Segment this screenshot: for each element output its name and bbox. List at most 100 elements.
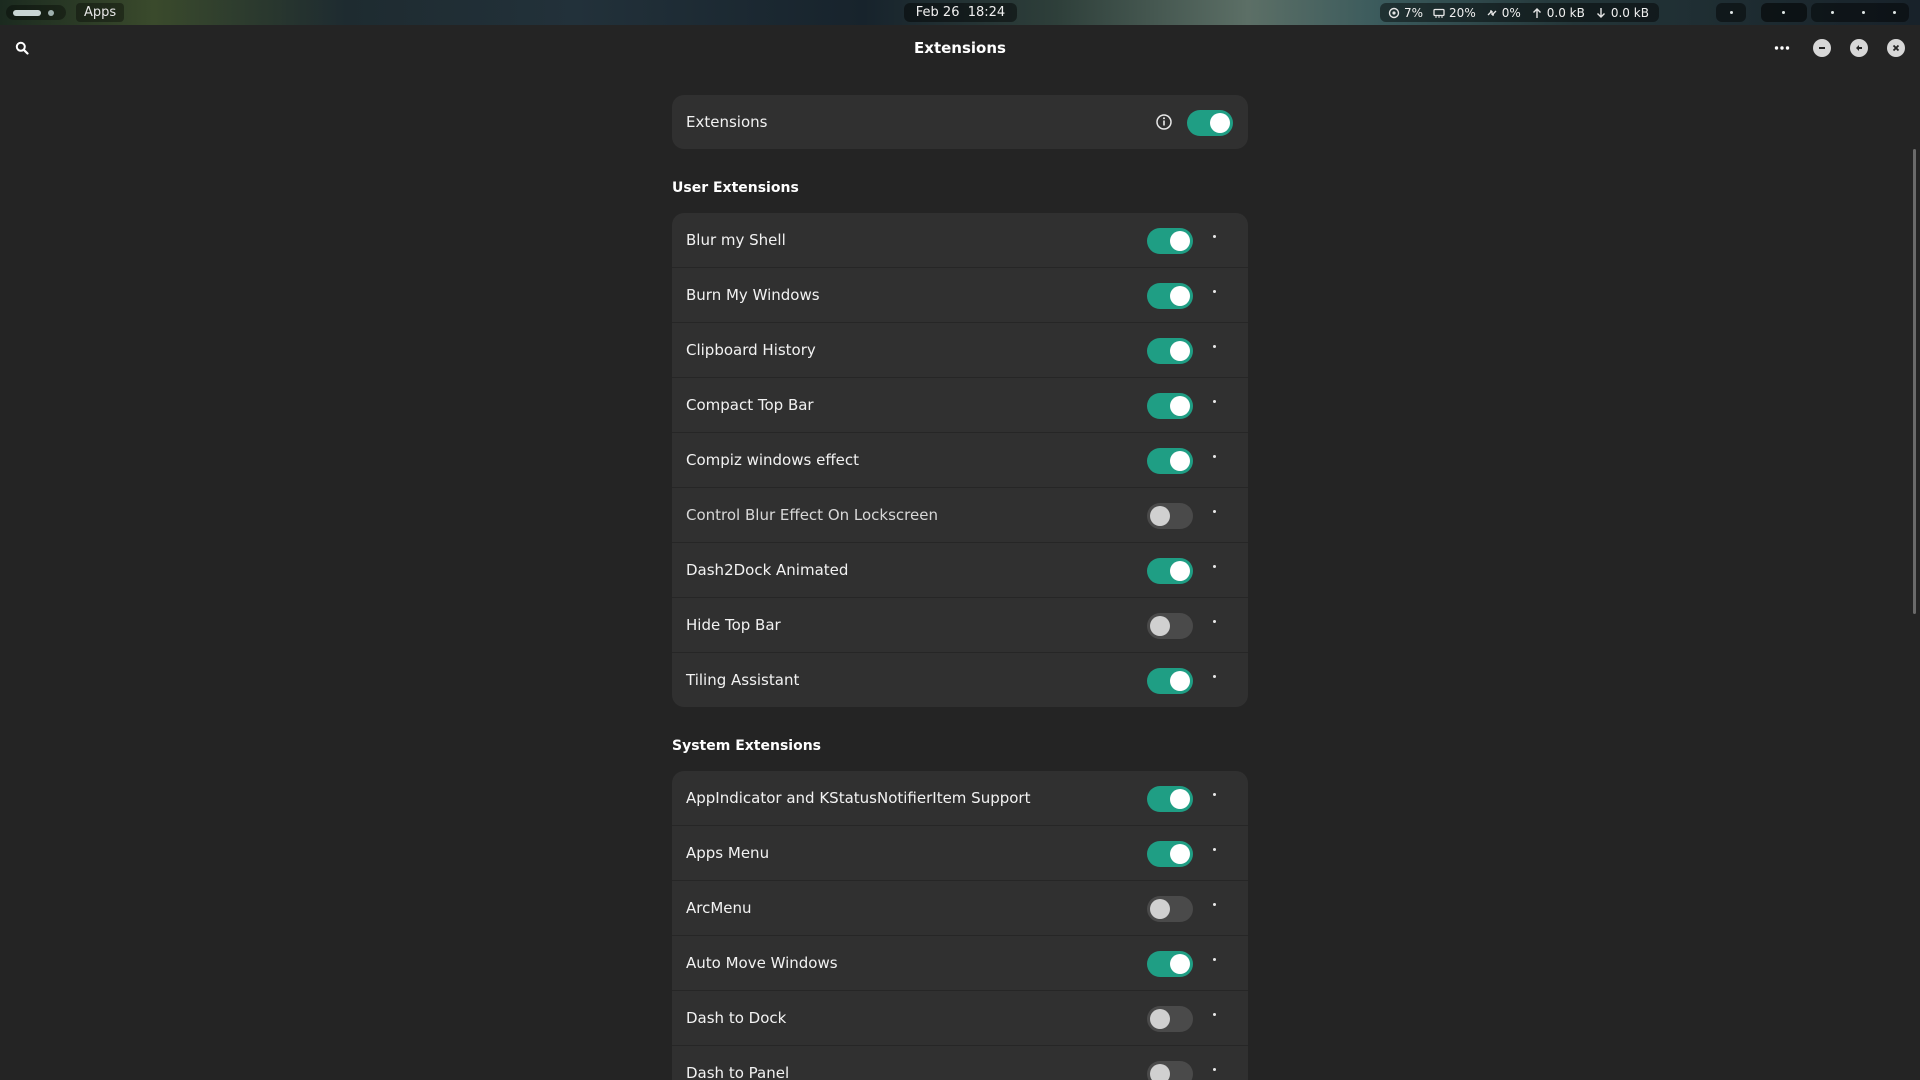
extension-row: Dash to Dock xyxy=(672,991,1248,1046)
extension-name: Hide Top Bar xyxy=(686,616,781,634)
upload-indicator: 0.0 kB xyxy=(1531,6,1585,20)
extension-settings-icon[interactable] xyxy=(1213,1013,1216,1016)
extension-toggle[interactable] xyxy=(1147,896,1193,922)
extension-settings-icon[interactable] xyxy=(1213,510,1216,513)
switch-knob xyxy=(1170,231,1190,251)
swap-icon xyxy=(1487,9,1497,16)
extension-toggle[interactable] xyxy=(1147,448,1193,474)
extension-toggle[interactable] xyxy=(1147,613,1193,639)
power-icon xyxy=(1893,11,1896,14)
switch-knob xyxy=(1170,844,1190,864)
extension-row: Auto Move Windows xyxy=(672,936,1248,991)
extension-toggle[interactable] xyxy=(1147,338,1193,364)
extension-name: AppIndicator and KStatusNotifierItem Sup… xyxy=(686,789,1031,807)
extension-settings-icon[interactable] xyxy=(1213,290,1216,293)
extension-row: Tiling Assistant xyxy=(672,653,1248,707)
upload-arrow-icon xyxy=(1532,7,1541,18)
extension-toggle[interactable] xyxy=(1147,558,1193,584)
extension-settings-icon[interactable] xyxy=(1213,620,1216,623)
info-icon[interactable] xyxy=(1155,113,1173,131)
system-extensions-heading: System Extensions xyxy=(672,738,821,754)
switch-knob xyxy=(1170,286,1190,306)
extension-settings-icon[interactable] xyxy=(1213,958,1216,961)
maximize-button[interactable] xyxy=(1850,39,1868,57)
extension-toggle[interactable] xyxy=(1147,228,1193,254)
maximize-icon xyxy=(1856,45,1862,51)
extension-settings-icon[interactable] xyxy=(1213,1068,1216,1071)
extension-row: Compiz windows effect xyxy=(672,433,1248,488)
close-icon xyxy=(1892,44,1900,52)
extensions-page[interactable]: Extensions User Extensions Blur my Shell… xyxy=(0,71,1920,1080)
extension-settings-icon[interactable] xyxy=(1213,235,1216,238)
clock[interactable]: Feb 26 18:24 xyxy=(904,3,1017,22)
extension-row: Dash2Dock Animated xyxy=(672,543,1248,598)
workspace-indicator[interactable] xyxy=(6,5,66,20)
scrollbar[interactable] xyxy=(1913,149,1916,614)
extension-row: Clipboard History xyxy=(672,323,1248,378)
extension-toggle[interactable] xyxy=(1147,951,1193,977)
extension-settings-icon[interactable] xyxy=(1213,345,1216,348)
extension-toggle[interactable] xyxy=(1147,503,1193,529)
quick-settings-button[interactable] xyxy=(1811,3,1909,22)
switch-knob xyxy=(1170,451,1190,471)
extension-toggle[interactable] xyxy=(1147,786,1193,812)
main-menu-button[interactable] xyxy=(1770,36,1794,60)
extension-name: Clipboard History xyxy=(686,341,816,359)
switch-knob xyxy=(1210,113,1230,133)
extensions-master-row: Extensions xyxy=(672,95,1248,149)
extension-settings-icon[interactable] xyxy=(1213,400,1216,403)
extension-name: Burn My Windows xyxy=(686,286,820,304)
download-value: 0.0 kB xyxy=(1610,5,1649,20)
extension-row: Control Blur Effect On Lockscreen xyxy=(672,488,1248,543)
extension-toggle[interactable] xyxy=(1147,393,1193,419)
upload-value: 0.0 kB xyxy=(1546,5,1585,20)
memory-icon xyxy=(1433,8,1445,18)
switch-knob xyxy=(1170,954,1190,974)
system-top-bar: Apps Feb 26 18:24 7% 20% 0% 0.0 kB 0.0 k… xyxy=(0,0,1920,25)
switch-knob xyxy=(1170,561,1190,581)
extension-name: Blur my Shell xyxy=(686,231,786,249)
memory-indicator: 20% xyxy=(1433,6,1476,20)
switch-knob xyxy=(1170,789,1190,809)
extension-toggle[interactable] xyxy=(1147,1006,1193,1032)
switch-knob xyxy=(1150,1064,1170,1080)
extension-row: Burn My Windows xyxy=(672,268,1248,323)
extension-row: Blur my Shell xyxy=(672,213,1248,268)
extension-name: Auto Move Windows xyxy=(686,954,838,972)
user-extensions-list: Blur my Shell Burn My Windows Clipboard … xyxy=(672,213,1248,707)
active-workspace-dot xyxy=(13,10,41,16)
minimize-button[interactable] xyxy=(1813,39,1831,57)
extensions-master-switch[interactable] xyxy=(1187,110,1233,136)
extension-row: Hide Top Bar xyxy=(672,598,1248,653)
extension-toggle[interactable] xyxy=(1147,668,1193,694)
extension-toggle[interactable] xyxy=(1147,1061,1193,1080)
tray-item[interactable] xyxy=(1761,3,1807,22)
extension-settings-icon[interactable] xyxy=(1213,565,1216,568)
system-extensions-list: AppIndicator and KStatusNotifierItem Sup… xyxy=(672,771,1248,1080)
cpu-icon xyxy=(1388,7,1400,18)
extension-name: Dash2Dock Animated xyxy=(686,561,849,579)
extension-settings-icon[interactable] xyxy=(1213,848,1216,851)
tray-item[interactable] xyxy=(1716,3,1746,22)
download-indicator: 0.0 kB xyxy=(1595,6,1649,20)
extension-settings-icon[interactable] xyxy=(1213,903,1216,906)
extension-name: Dash to Dock xyxy=(686,1009,787,1027)
extension-settings-icon[interactable] xyxy=(1213,793,1216,796)
extensions-master-card: Extensions xyxy=(672,95,1248,149)
switch-knob xyxy=(1150,506,1170,526)
extension-toggle[interactable] xyxy=(1147,841,1193,867)
switch-knob xyxy=(1150,899,1170,919)
switch-knob xyxy=(1170,396,1190,416)
extension-toggle[interactable] xyxy=(1147,283,1193,309)
system-monitor-indicator[interactable]: 7% 20% 0% 0.0 kB 0.0 kB xyxy=(1380,3,1659,22)
switch-knob xyxy=(1170,671,1190,691)
cpu-value: 7% xyxy=(1404,5,1424,20)
extension-name: Control Blur Effect On Lockscreen xyxy=(686,506,938,524)
close-button[interactable] xyxy=(1887,39,1905,57)
extension-name: Tiling Assistant xyxy=(686,671,800,689)
extension-settings-icon[interactable] xyxy=(1213,675,1216,678)
extensions-master-label: Extensions xyxy=(686,113,768,131)
extension-row: Apps Menu xyxy=(672,826,1248,881)
apps-button[interactable]: Apps xyxy=(76,3,125,22)
extension-settings-icon[interactable] xyxy=(1213,455,1216,458)
